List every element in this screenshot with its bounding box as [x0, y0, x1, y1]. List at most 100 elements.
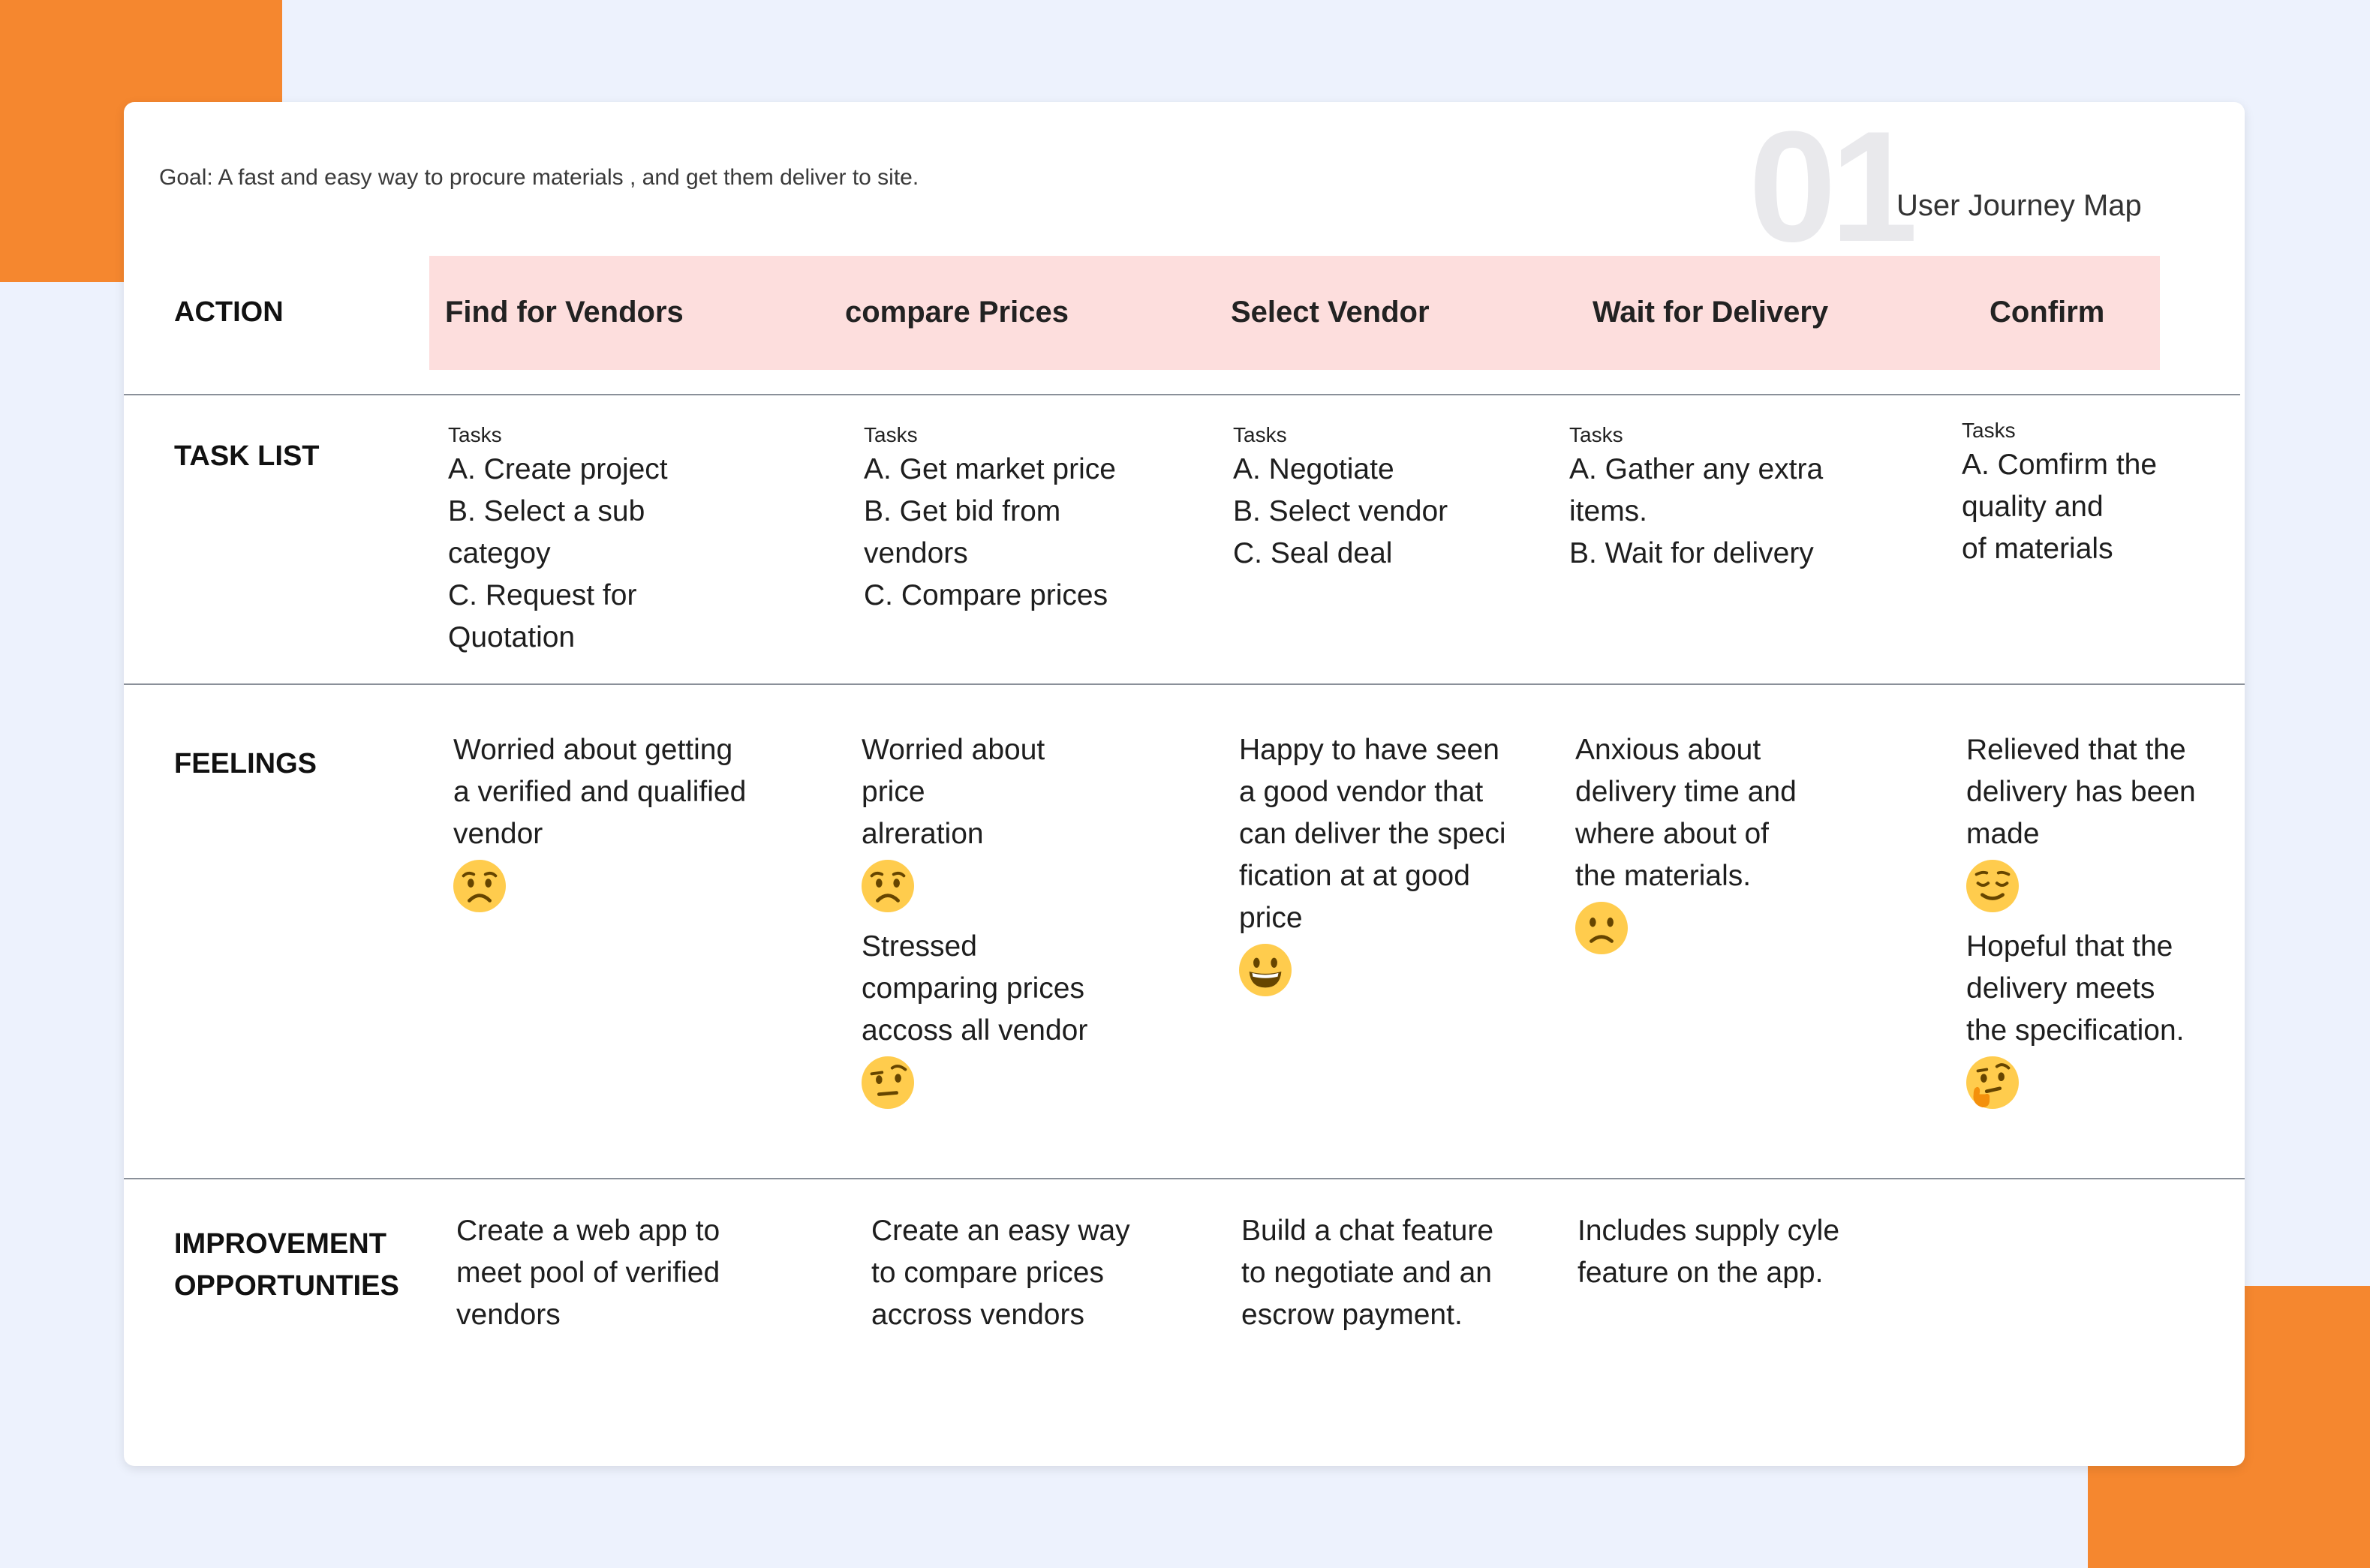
task-item-line: B. Get bid from — [864, 495, 1061, 527]
tasks-heading: Tasks — [448, 423, 502, 446]
feeling-text-line: price — [862, 776, 925, 808]
tasks-heading: Tasks — [1962, 419, 2016, 442]
improvement-text-line: Build a chat feature — [1241, 1215, 1494, 1247]
improvement-text-line: to negotiate and an — [1241, 1257, 1492, 1289]
feeling-block: Relieved that the delivery has been made — [1966, 729, 2196, 912]
feeling-text-line: the specification. — [1966, 1014, 2185, 1047]
feeling-text-line: Happy to have seen — [1239, 734, 1499, 766]
feeling-text-line: Stressed — [862, 930, 977, 963]
improvement-text-line: to compare prices — [871, 1257, 1104, 1289]
face-with-raised-eyebrow-icon — [862, 1056, 914, 1109]
task-item-line: B. Wait for delivery — [1569, 537, 1814, 569]
row-divider — [124, 683, 2245, 685]
feeling-block: Anxious about delivery time and where abou… — [1575, 729, 1797, 954]
slightly-frowning-face-icon — [1575, 902, 1628, 954]
row-label-feelings: FEELINGS — [174, 748, 317, 779]
goal-text: Goal: A fast and easy way to procure mat… — [159, 165, 919, 190]
grinning-face-icon — [1239, 944, 1292, 996]
feelings-cell-select-vendor: Happy to have seen a good vendor that can … — [1239, 729, 1506, 1005]
action-select-vendor: Select Vendor — [1231, 296, 1430, 329]
task-item-line: A. Negotiate — [1233, 453, 1394, 485]
feeling-text-line: fication at at good — [1239, 860, 1470, 892]
feeling-text-line: Relieved that the — [1966, 734, 2186, 766]
feeling-block: Worried about getting a verified and qual… — [453, 729, 746, 912]
action-wait-for-delivery: Wait for Delivery — [1593, 296, 1829, 329]
feeling-text-line: delivery has been — [1966, 776, 2196, 808]
feeling-text-line: can deliver the speci — [1239, 818, 1506, 850]
improvement-cell-wait-for-delivery: Includes supply cyle feature on the app. — [1577, 1210, 1839, 1294]
feeling-text-line: delivery time and — [1575, 776, 1797, 808]
task-cell-wait-for-delivery: Tasks A. Gather any extra items. B. Wait fo… — [1569, 422, 1823, 575]
feelings-cell-find-for-vendors: Worried about getting a verified and qual… — [453, 729, 746, 921]
feeling-text-line: accoss all vendor — [862, 1014, 1088, 1047]
task-item-line: vendors — [864, 537, 968, 569]
thinking-face-icon — [1966, 1056, 2019, 1109]
feeling-text-line: Worried about getting — [453, 734, 733, 766]
task-item-line: A. Create project — [448, 453, 668, 485]
feeling-block: Hopeful that the delivery meets the specif… — [1966, 926, 2196, 1109]
improvement-text-line: escrow payment. — [1241, 1299, 1463, 1331]
map-number: 01 — [1749, 98, 1918, 275]
feeling-block: Worried about price alreration — [862, 729, 1087, 912]
improvement-cell-find-for-vendors: Create a web app to meet pool of verified… — [456, 1210, 720, 1336]
task-item-line: B. Select a sub — [448, 495, 645, 527]
row-label-improvement-line-1: IMPROVEMENT — [174, 1228, 386, 1260]
feelings-cell-wait-for-delivery: Anxious about delivery time and where abou… — [1575, 729, 1797, 963]
improvement-text-line: accross vendors — [871, 1299, 1084, 1331]
feeling-text-line: delivery meets — [1966, 972, 2155, 1005]
feeling-text-line: the materials. — [1575, 860, 1752, 892]
improvement-cell-select-vendor: Build a chat feature to negotiate and an e… — [1241, 1210, 1493, 1336]
task-cell-select-vendor: Tasks A. Negotiate B. Select vendor C. Seal… — [1233, 422, 1448, 575]
tasks-heading: Tasks — [1569, 423, 1623, 446]
feeling-block: Happy to have seen a good vendor that can … — [1239, 729, 1506, 996]
tasks-heading: Tasks — [1233, 423, 1287, 446]
tasks-heading: Tasks — [864, 423, 918, 446]
feeling-text-line: where about of — [1575, 818, 1770, 850]
action-compare-prices: compare Prices — [845, 296, 1069, 329]
task-item-line: categoy — [448, 537, 551, 569]
feeling-text-line: Hopeful that the — [1966, 930, 2173, 963]
task-item-line: C. Request for — [448, 579, 637, 611]
task-item-line: quality and — [1962, 491, 2104, 523]
task-item-line: items. — [1569, 495, 1648, 527]
task-item-line: B. Select vendor — [1233, 495, 1448, 527]
journey-map-card: Goal: A fast and easy way to procure mat… — [124, 102, 2245, 1466]
task-item-line: A. Gather any extra — [1569, 453, 1824, 485]
row-label-improvement-line-2: OPPORTUNTIES — [174, 1270, 399, 1302]
improvement-text-line: feature on the app. — [1577, 1257, 1824, 1289]
row-label-action: ACTION — [174, 296, 284, 328]
relieved-face-icon — [1966, 860, 2019, 912]
feeling-text-line: Anxious about — [1575, 734, 1761, 766]
task-item-line: Quotation — [448, 621, 576, 653]
action-confirm: Confirm — [1990, 296, 2105, 329]
row-divider — [124, 1178, 2245, 1179]
improvement-text-line: vendors — [456, 1299, 561, 1331]
feeling-text-line: a verified and qualified — [453, 776, 747, 808]
worried-face-icon — [862, 860, 914, 912]
task-item-line: A. Get market price — [864, 453, 1116, 485]
task-cell-compare-prices: Tasks A. Get market price B. Get bid from v… — [864, 422, 1116, 617]
feeling-text-line: Worried about — [862, 734, 1045, 766]
row-label-task-list: TASK LIST — [174, 440, 320, 472]
task-item-line: of materials — [1962, 533, 2113, 565]
feeling-text-line: vendor — [453, 818, 543, 850]
feeling-text-line: alreration — [862, 818, 984, 850]
task-item-line: C. Seal deal — [1233, 537, 1393, 569]
feelings-cell-confirm: Relieved that the delivery has been made Ho… — [1966, 729, 2196, 1118]
feeling-block: Stressed comparing prices accoss all vendo… — [862, 926, 1087, 1109]
feeling-text-line: price — [1239, 902, 1303, 934]
improvement-text-line: meet pool of verified — [456, 1257, 720, 1289]
improvement-text-line: Includes supply cyle — [1577, 1215, 1840, 1247]
feeling-text-line: comparing prices — [862, 972, 1084, 1005]
feeling-text-line: made — [1966, 818, 2040, 850]
feeling-text-line: a good vendor that — [1239, 776, 1484, 808]
improvement-text-line: Create an easy way — [871, 1215, 1130, 1247]
feelings-cell-compare-prices: Worried about price alreration Stressed comp… — [862, 729, 1087, 1118]
task-item-line: C. Compare prices — [864, 579, 1108, 611]
worried-face-icon — [453, 860, 506, 912]
improvement-cell-compare-prices: Create an easy way to compare prices accro… — [871, 1210, 1130, 1336]
row-divider — [124, 394, 2240, 395]
map-title: User Journey Map — [1896, 189, 2142, 222]
action-find-for-vendors: Find for Vendors — [445, 296, 684, 329]
row-label-improvement-opportunities: IMPROVEMENT OPPORTUNTIES — [174, 1223, 399, 1307]
